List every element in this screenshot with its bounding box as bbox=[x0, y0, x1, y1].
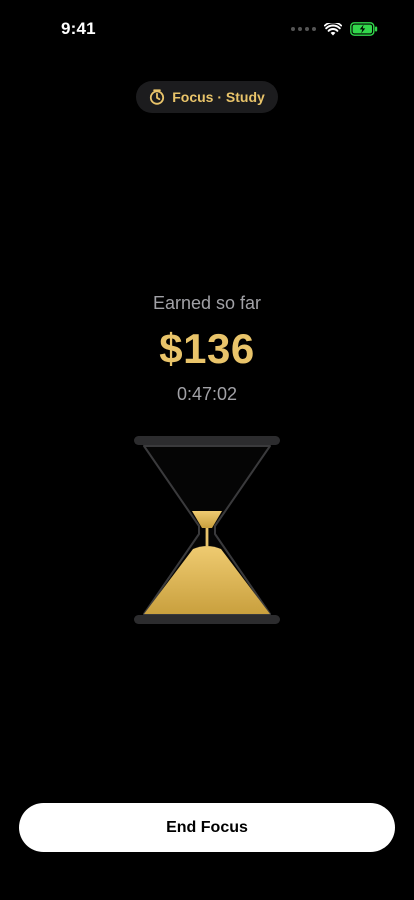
wifi-icon bbox=[324, 22, 342, 35]
earned-label: Earned so far bbox=[152, 293, 262, 313]
status-indicators bbox=[291, 22, 378, 36]
status-time: 9:41 bbox=[61, 19, 96, 38]
battery-icon bbox=[350, 22, 378, 36]
focus-mode-pill[interactable]: Focus · Study bbox=[136, 81, 278, 113]
timer-icon bbox=[150, 89, 165, 105]
hourglass-top-cap bbox=[134, 436, 280, 445]
focus-mode-label: Focus · Study bbox=[172, 89, 265, 105]
hourglass-sand-stream bbox=[205, 528, 209, 546]
earned-amount: $136 bbox=[159, 325, 255, 372]
elapsed-timer: 0:47:02 bbox=[176, 384, 238, 404]
hourglass-bottom-sand bbox=[144, 546, 270, 614]
hourglass-icon bbox=[134, 436, 280, 624]
status-bar: 9:41 bbox=[0, 0, 414, 60]
cellular-signal-icon bbox=[291, 27, 316, 31]
end-focus-button[interactable]: End Focus bbox=[19, 803, 395, 852]
hourglass-bottom-cap bbox=[134, 615, 280, 624]
